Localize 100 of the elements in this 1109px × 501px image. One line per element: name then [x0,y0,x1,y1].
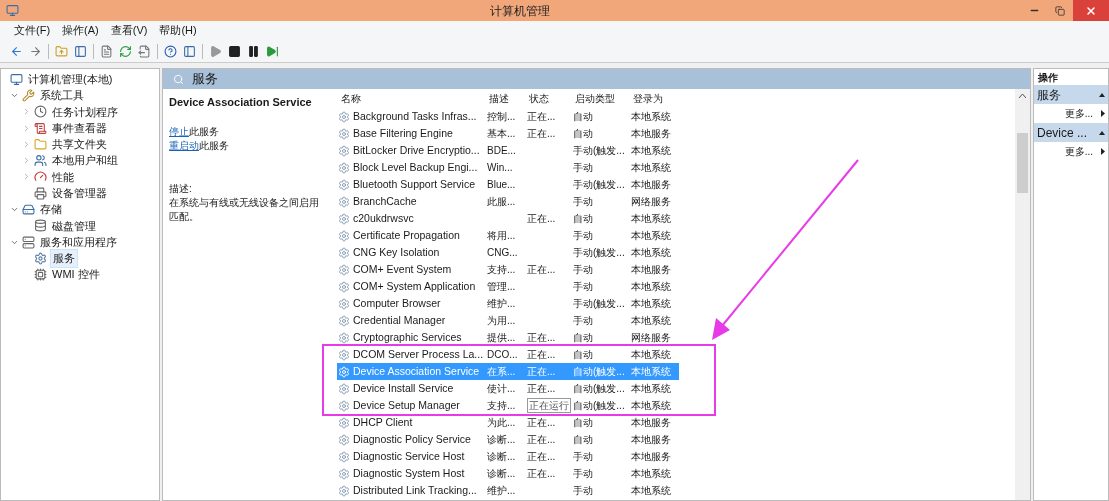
menu-item[interactable]: 帮助(H) [159,22,197,39]
table-row[interactable]: Distributed Link Tracking... 维护... 手动 本地系统 [337,482,679,499]
window-title: 计算机管理 [489,2,551,20]
tree-item[interactable]: 服务和应用程序 [38,233,119,251]
table-cell-text: 维护... [487,484,516,498]
collapse-icon[interactable] [1099,130,1105,135]
table-cell-text: 正在... [527,450,556,464]
action-item[interactable]: 更多... [1064,106,1093,121]
table-row[interactable]: c20ukdrwsvc 正在... 自动 本地系统 [337,210,679,227]
column-header[interactable]: 启动类型 [573,91,631,106]
panel-icon[interactable] [183,44,196,58]
restore-icon [1055,5,1065,16]
table-cell-text: 正在... [527,416,556,430]
table-row[interactable]: Diagnostic Policy Service 诊断... 正在... 自动 本地服务 [337,431,679,448]
scroll-up-icon[interactable] [1019,93,1026,98]
tree-item[interactable]: 任务计划程序 [50,103,120,120]
service-gear-icon [338,144,350,157]
table-cell-text: BDE... [487,144,516,158]
help-icon[interactable] [164,44,177,58]
panel-icon[interactable] [74,44,87,58]
menu-item[interactable]: 查看(V) [110,22,148,39]
table-row[interactable]: Credential Manager 为用... 手动 本地系统 [337,312,679,329]
folder-up-icon[interactable] [55,44,68,58]
column-header[interactable]: 状态 [527,91,573,106]
tree-item[interactable]: 存储 [38,201,64,218]
folder-icon [34,137,47,151]
table-cell-text: 本地系统 [631,144,671,158]
tree-item[interactable]: 本地用户和组 [50,152,120,169]
table-cell-text: 自动 [573,433,593,447]
table-row[interactable]: COM+ Event System 支持... 正在... 手动 本地服务 [337,261,679,278]
menu-item[interactable]: 文件(F) [14,22,51,39]
gear-icon [34,251,47,265]
table-cell-text: 此服... [487,195,516,209]
service-action-link[interactable]: 重启动 [169,138,199,153]
forward-icon[interactable] [29,44,42,58]
action-section-header[interactable]: 服务 [1034,85,1108,104]
table-row[interactable]: CNG Key Isolation CNG... 手动(触发... 本地系统 [337,244,679,261]
table-cell-text: 自动(触发... [573,382,625,396]
collapse-icon[interactable] [1099,92,1105,97]
section-title: Device ... [1037,124,1087,142]
export-icon[interactable] [138,44,151,58]
table-row[interactable]: Cryptographic Services 提供... 正在... 自动 网络服务 [337,329,679,346]
table-row[interactable]: Device Install Service 使计... 正在... 自动(触发... 本地系统 [337,380,679,397]
table-cell-text: BitLocker Drive Encryptio... [353,142,480,158]
table-cell-text: 正在... [527,467,556,481]
tree-item[interactable]: 共享文件夹 [50,136,109,153]
table-cell-text: 手动(触发... [573,297,625,311]
tree-item[interactable]: WMI 控件 [50,266,102,283]
resume-icon[interactable] [266,44,279,58]
table-row[interactable]: Computer Browser 维护... 手动(触发... 本地系统 [337,295,679,312]
table-row[interactable]: Device Setup Manager 支持... 正在运行 自动(触发... 本地系统 [337,397,679,414]
table-cell-text: 本地服务 [631,263,671,277]
table-row[interactable]: DHCP Client 为此... 正在... 自动 本地服务 [337,414,679,431]
service-gear-icon [338,195,350,208]
table-row[interactable]: Diagnostic Service Host 诊断... 正在... 手动 本地服务 [337,448,679,465]
menu-item[interactable]: 操作(A) [62,22,99,39]
service-gear-icon [338,484,350,497]
pause-icon[interactable] [247,44,260,58]
action-section-header[interactable]: Device ... [1034,123,1108,142]
gauge-icon [34,170,47,184]
table-cell-text: 本地服务 [631,127,671,141]
column-header[interactable]: 描述 [487,91,527,106]
table-cell-text: 手动 [573,161,593,175]
table-cell-text: 本地系统 [631,229,671,243]
action-item[interactable]: 更多... [1064,144,1093,159]
table-row[interactable]: Bluetooth Support Service Blue... 手动(触发... 本地服务 [337,176,679,193]
table-row[interactable]: Block Level Backup Engi... Win... 手动 本地系统 [337,159,679,176]
play-icon[interactable] [209,44,222,58]
stop-icon[interactable] [228,44,241,58]
back-icon[interactable] [10,44,23,58]
table-row[interactable]: Certificate Propagation 将用... 手动 本地系统 [337,227,679,244]
table-row[interactable]: BitLocker Drive Encryptio... BDE... 手动(触发... 本地系统 [337,142,679,159]
table-cell-text: 自动 [573,348,593,362]
table-cell-text: 在系... [487,365,516,379]
table-row[interactable]: Background Tasks Infras... 控制... 正在... 自动 本地系统 [337,108,679,125]
table-row[interactable]: Base Filtering Engine 基本... 正在... 自动 本地服务 [337,125,679,142]
scroll-thumb[interactable] [1017,133,1028,193]
table-row[interactable]: Diagnostic System Host 诊断... 正在... 手动 本地系统 [337,465,679,482]
link-suffix: 此服务 [189,124,219,139]
service-action-link[interactable]: 停止 [169,124,189,139]
column-header[interactable]: 登录为 [631,91,681,106]
table-cell-text: 支持... [487,399,516,413]
collapse-toggle-icon[interactable] [9,205,19,214]
tree-item[interactable]: 系统工具 [38,87,86,104]
table-cell-text: 为此... [487,416,516,430]
refresh-icon[interactable] [119,44,132,58]
tree-item[interactable]: 设备管理器 [50,185,109,202]
tree-item[interactable]: 事件查看器 [50,119,109,137]
tree-item[interactable]: 服务 [50,249,78,268]
tree-item[interactable]: 性能 [50,168,76,186]
search-icon [173,73,184,85]
table-row[interactable]: COM+ System Application 管理... 手动 本地系统 [337,278,679,295]
document-icon[interactable] [100,44,113,58]
scrollbar[interactable] [1015,89,1030,500]
tree-item[interactable]: 计算机管理(本地) [26,70,115,88]
table-row[interactable]: BranchCache 此服... 手动 网络服务 [337,193,679,210]
close-button[interactable] [1073,0,1109,21]
column-header[interactable]: 名称 [339,91,487,106]
tree-item[interactable]: 磁盘管理 [50,217,98,235]
table-row[interactable]: DCOM Server Process La... DCO... 正在... 自动 本地系统 [337,346,679,363]
